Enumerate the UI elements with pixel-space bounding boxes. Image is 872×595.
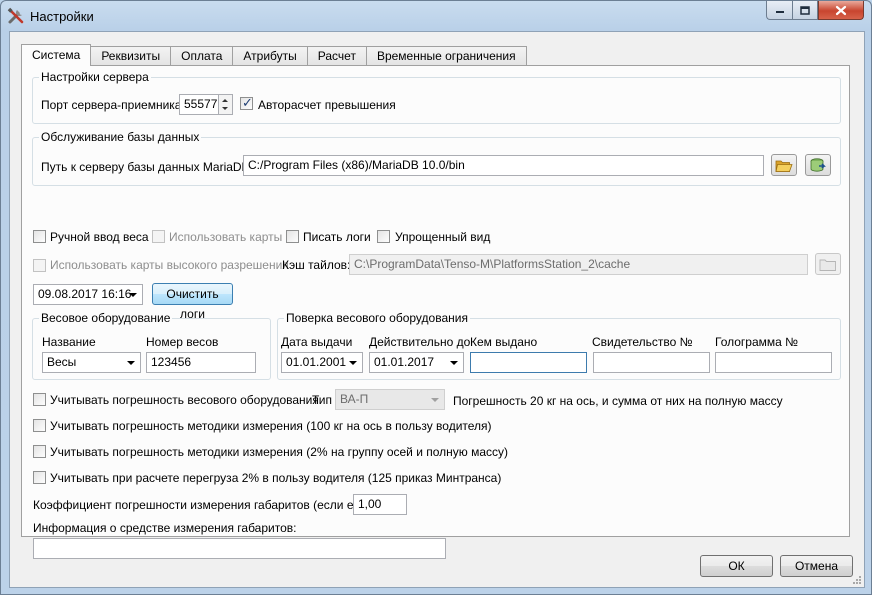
hologram-input[interactable]	[715, 352, 832, 373]
hires-maps-checkbox[interactable]	[33, 259, 46, 272]
tab-system[interactable]: Система	[21, 44, 92, 66]
overload-label: Учитывать при расчете перегруза 2% в пол…	[50, 471, 502, 485]
scale-number-label: Номер весов	[146, 335, 219, 349]
equipment-error-checkbox[interactable]	[33, 393, 46, 406]
title-bar[interactable]: Настройки	[1, 1, 871, 31]
cancel-button[interactable]: Отмена	[780, 555, 853, 577]
chevron-down-icon	[431, 398, 439, 402]
simple-view-label: Упрощенный вид	[395, 230, 491, 244]
issue-date-picker[interactable]: 01.01.2001	[281, 352, 363, 373]
minimize-button[interactable]	[766, 1, 792, 20]
hires-maps-label: Использовать карты высокого разрешения	[50, 258, 289, 272]
minimize-icon	[775, 11, 784, 13]
simple-view-checkbox[interactable]	[377, 230, 390, 243]
auto-calc-checkbox[interactable]: ✓	[240, 95, 253, 110]
tab-attributes[interactable]: Атрибуты	[232, 46, 308, 66]
method-2pct-label: Учитывать погрешность методики измерения…	[50, 445, 509, 459]
overload-checkbox[interactable]	[33, 471, 46, 484]
port-spinner[interactable]	[218, 94, 233, 115]
tools-icon	[7, 7, 24, 24]
method-100-checkbox[interactable]	[33, 419, 46, 432]
resize-grip-icon[interactable]	[850, 573, 862, 585]
tab-strip: Система Реквизиты Оплата Атрибуты Расчет…	[21, 44, 527, 66]
settings-window: Настройки Система Реквизиты Оплата Атриб…	[0, 0, 872, 595]
database-export-icon	[810, 157, 826, 172]
scale-name-label: Название	[42, 335, 96, 349]
tile-cache-browse-button[interactable]	[815, 253, 841, 275]
scale-name-select[interactable]: Весы	[42, 352, 141, 373]
scale-name-value: Весы	[47, 355, 77, 369]
manual-weight-label: Ручной ввод веса	[50, 230, 149, 244]
ok-button[interactable]: ОК	[700, 555, 773, 577]
log-date-value: 09.08.2017 16:16	[38, 287, 132, 301]
issued-by-label: Кем выдано	[470, 335, 538, 349]
tab-payment[interactable]: Оплата	[170, 46, 234, 66]
certificate-label: Свидетельство №	[592, 335, 693, 349]
chevron-down-icon	[129, 293, 137, 297]
window-controls	[766, 1, 864, 21]
port-input[interactable]: 55577	[179, 94, 219, 115]
folder-open-icon	[775, 160, 793, 172]
hologram-label: Голограмма №	[715, 335, 799, 349]
type-label: Тип	[312, 393, 333, 407]
db-path-label: Путь к серверу базы данных MariaDb:	[41, 160, 252, 174]
valid-until-value: 01.01.2017	[374, 355, 435, 369]
chevron-down-icon	[349, 361, 357, 365]
use-maps-checkbox[interactable]	[152, 230, 165, 243]
close-icon	[835, 5, 847, 15]
dimension-info-input[interactable]	[33, 538, 446, 559]
type-select[interactable]: ВА-П	[335, 389, 445, 410]
window-title: Настройки	[30, 9, 94, 24]
tab-time-limits[interactable]: Временные ограничения	[365, 46, 527, 66]
dimension-coef-label: Коэффициент погрешности измерения габари…	[33, 498, 379, 512]
auto-calc-label: Авторасчет превышения	[258, 98, 396, 112]
chevron-down-icon	[450, 361, 458, 365]
issued-by-input[interactable]	[470, 352, 587, 373]
server-settings-title: Настройки сервера	[39, 70, 151, 84]
tab-requisites[interactable]: Реквизиты	[90, 46, 172, 66]
verification-title: Поверка весового оборудования	[284, 311, 470, 325]
scale-number-input[interactable]: 123456	[146, 352, 256, 373]
db-path-input[interactable]: C:/Program Files (x86)/MariaDB 10.0/bin	[243, 155, 764, 176]
valid-until-picker[interactable]: 01.01.2017	[369, 352, 464, 373]
use-maps-label: Использовать карты	[169, 230, 283, 244]
db-maintenance-title: Обслуживание базы данных	[39, 130, 202, 144]
method-100-label: Учитывать погрешность методики измерения…	[50, 419, 492, 433]
port-label: Порт сервера-приемника:	[41, 98, 185, 112]
valid-until-label: Действительно до	[369, 335, 471, 349]
db-backup-button[interactable]	[805, 154, 831, 176]
write-logs-label: Писать логи	[303, 230, 371, 244]
method-2pct-checkbox[interactable]	[33, 445, 46, 458]
weighing-equipment-title: Весовое оборудование	[39, 311, 173, 325]
clear-logs-button[interactable]: Очистить логи	[152, 283, 233, 321]
tile-cache-label: Кэш тайлов:	[282, 258, 351, 272]
tab-calculation[interactable]: Расчет	[306, 46, 367, 66]
folder-icon	[819, 259, 836, 271]
browse-db-path-button[interactable]	[771, 154, 797, 176]
dialog-client-area: Система Реквизиты Оплата Атрибуты Расчет…	[9, 31, 865, 588]
equipment-error-label: Учитывать погрешность весового оборудова…	[50, 393, 319, 407]
issue-date-label: Дата выдачи	[281, 335, 353, 349]
manual-weight-checkbox[interactable]	[33, 230, 46, 243]
issue-date-value: 01.01.2001	[286, 355, 347, 369]
system-tab-panel: Настройки сервера Порт сервера-приемника…	[21, 65, 850, 559]
maximize-icon	[800, 5, 810, 15]
type-value: ВА-П	[340, 392, 369, 406]
write-logs-checkbox[interactable]	[286, 230, 299, 243]
dimension-coef-input[interactable]: 1,00	[353, 494, 407, 515]
type-note: Погрешность 20 кг на ось, и сумма от них…	[453, 394, 783, 408]
tile-cache-input[interactable]: C:\ProgramData\Tenso-M\PlatformsStation_…	[349, 254, 808, 275]
dimension-info-label: Информация о средстве измерения габарито…	[33, 521, 297, 535]
chevron-down-icon	[127, 361, 135, 365]
close-button[interactable]	[818, 1, 864, 20]
maximize-button[interactable]	[792, 1, 818, 20]
certificate-input[interactable]	[593, 352, 710, 373]
log-date-select[interactable]: 09.08.2017 16:16	[33, 284, 143, 305]
